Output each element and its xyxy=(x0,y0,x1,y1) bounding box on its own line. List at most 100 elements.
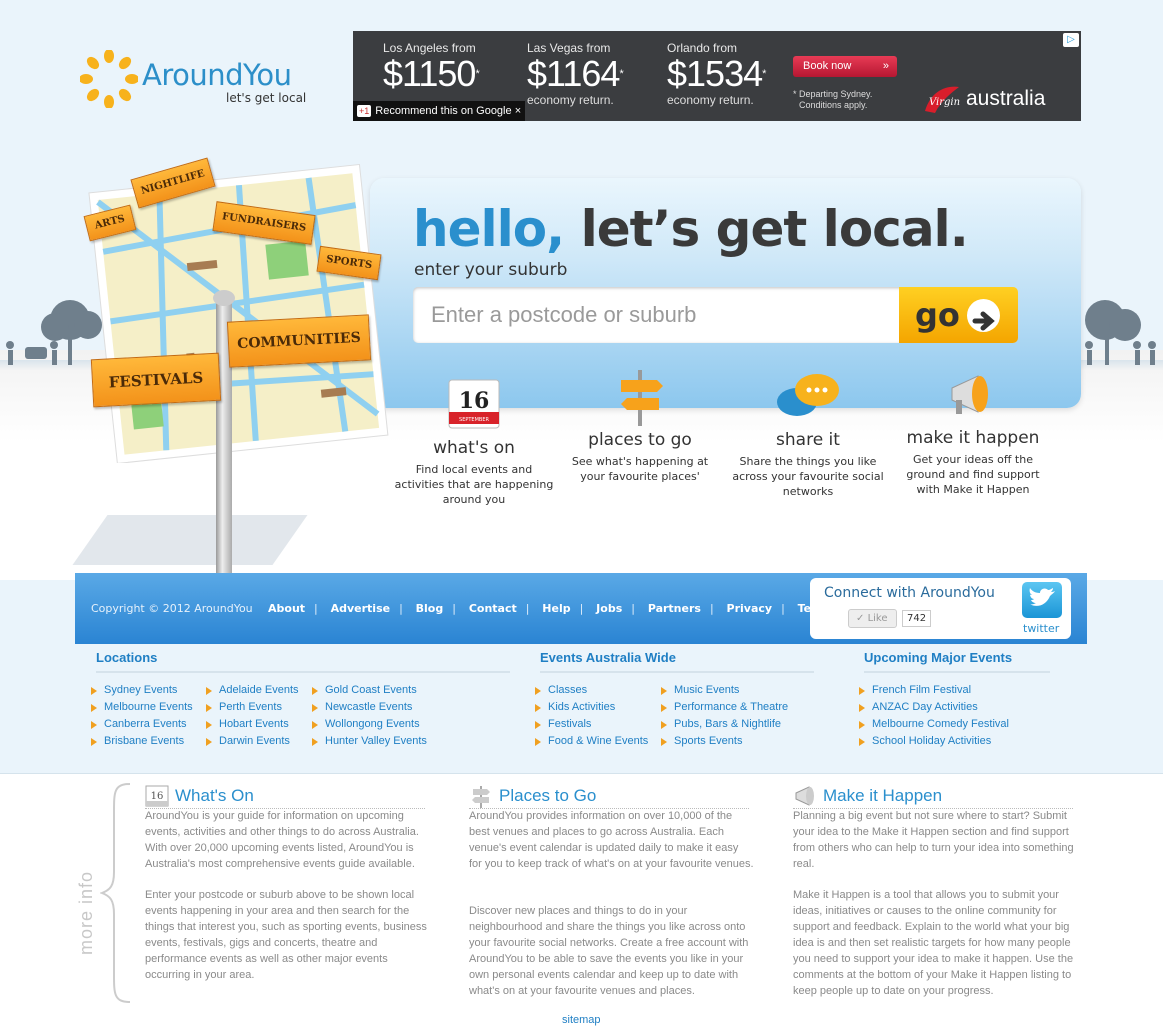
feature-desc: See what's happening at your favourite p… xyxy=(571,455,709,483)
feature-share-it[interactable]: share it Share the things you like acros… xyxy=(728,366,888,499)
svg-text:16: 16 xyxy=(459,388,490,414)
trees-silhouette-right xyxy=(1085,300,1156,365)
search-label: enter your suburb xyxy=(414,260,568,280)
adchoices-icon[interactable]: ▷ xyxy=(1063,33,1079,47)
ad-conditions: * Departing Sydney. Conditions apply. xyxy=(793,89,873,110)
virgin-australia-logo: Virgin australia xyxy=(921,81,1071,116)
feature-desc: Share the things you like across your fa… xyxy=(732,455,884,498)
logo-tagline: let's get local xyxy=(226,91,307,105)
major-events-heading: Upcoming Major Events xyxy=(864,650,1050,673)
suburb-search-input[interactable] xyxy=(413,287,899,343)
link-sports-events[interactable]: Sports Events xyxy=(661,735,742,747)
link-classes[interactable]: Classes xyxy=(535,684,587,696)
sign-festivals[interactable]: FESTIVALS xyxy=(90,352,222,408)
site-logo[interactable]: AroundYou let's get local xyxy=(80,50,320,110)
link-hunter-valley-events[interactable]: Hunter Valley Events xyxy=(312,735,427,747)
sitemap-link[interactable]: sitemap xyxy=(562,1014,601,1026)
connect-title: Connect with AroundYou xyxy=(824,585,995,601)
virgin-logo-icon: Virgin xyxy=(925,86,960,113)
copyright: Copyright © 2012 AroundYou xyxy=(91,602,253,615)
link-brisbane-events[interactable]: Brisbane Events xyxy=(91,735,184,747)
link-gold-coast-events[interactable]: Gold Coast Events xyxy=(312,684,417,696)
places-to-go-text: Discover new places and things to do in … xyxy=(469,905,749,997)
make-it-happen-text: Planning a big event but not sure where … xyxy=(793,810,1074,870)
link-darwin-events[interactable]: Darwin Events xyxy=(206,735,290,747)
feature-title: places to go xyxy=(588,430,692,450)
footer-link-privacy[interactable]: Privacy xyxy=(727,602,773,615)
more-info-label: more info xyxy=(76,870,96,955)
whats-on-heading: What's On xyxy=(175,786,254,805)
footer-link-blog[interactable]: Blog xyxy=(416,602,444,615)
places-to-go-heading: Places to Go xyxy=(499,786,597,805)
svg-text:SEPTEMBER: SEPTEMBER xyxy=(459,417,489,423)
link-food-wine-events[interactable]: Food & Wine Events xyxy=(535,735,648,747)
places-to-go-text: AroundYou provides information on over 1… xyxy=(469,810,754,870)
check-icon: ✓ xyxy=(856,613,865,624)
feature-desc: Find local events and activities that ar… xyxy=(394,463,554,506)
link-anzac-day-activities[interactable]: ANZAC Day Activities xyxy=(859,701,978,713)
feature-title: make it happen xyxy=(906,428,1040,448)
megaphone-small-icon xyxy=(795,786,814,806)
link-kids-activities[interactable]: Kids Activities xyxy=(535,701,615,713)
signpost-shadow xyxy=(72,515,308,565)
locations-heading: Locations xyxy=(96,650,510,673)
whats-on-text: AroundYou is your guide for information … xyxy=(145,810,419,870)
logo-wordmark: AroundYou xyxy=(142,58,292,92)
link-adelaide-events[interactable]: Adelaide Events xyxy=(206,684,299,696)
link-wollongong-events[interactable]: Wollongong Events xyxy=(312,718,420,730)
footer-link-contact[interactable]: Contact xyxy=(469,602,517,615)
signpost-small-icon xyxy=(472,786,490,808)
footer-link-jobs[interactable]: Jobs xyxy=(596,602,622,615)
google-recommend-bar[interactable]: +1 Recommend this on Google × xyxy=(353,101,526,121)
twitter-bird-icon[interactable] xyxy=(1022,582,1062,618)
feature-whats-on[interactable]: 16 SEPTEMBER what's on Find local events… xyxy=(394,374,554,507)
link-performance-theatre[interactable]: Performance & Theatre xyxy=(661,701,788,713)
feature-desc: Get your ideas off the ground and find s… xyxy=(906,453,1040,496)
footer-link-help[interactable]: Help xyxy=(542,602,570,615)
sign-communities[interactable]: COMMUNITIES xyxy=(226,314,372,368)
link-perth-events[interactable]: Perth Events xyxy=(206,701,282,713)
svg-text:16: 16 xyxy=(151,791,164,802)
speech-bubbles-icon xyxy=(773,366,843,426)
link-melbourne-comedy-festival[interactable]: Melbourne Comedy Festival xyxy=(859,718,1009,730)
connect-box: Connect with AroundYou ✓ Like 742 twitte… xyxy=(810,578,1071,639)
curly-brace-icon xyxy=(100,783,131,1003)
feature-places-to-go[interactable]: places to go See what's happening at you… xyxy=(560,366,720,484)
footer-link-partners[interactable]: Partners xyxy=(648,602,701,615)
go-button[interactable]: go xyxy=(899,287,1018,343)
google-plus-icon: +1 xyxy=(357,105,372,117)
calendar-small-icon: 16 xyxy=(145,785,169,807)
link-music-events[interactable]: Music Events xyxy=(661,684,739,696)
megaphone-icon xyxy=(938,364,1008,424)
feature-make-it-happen[interactable]: make it happen Get your ideas off the gr… xyxy=(893,364,1053,497)
link-pubs-bars-nightlife[interactable]: Pubs, Bars & Nightlife xyxy=(661,718,781,730)
ad-deal: Orlando from $1534* economy return. xyxy=(667,41,766,107)
ad-deal: Los Angeles from $1150* xyxy=(383,41,480,94)
facebook-like-button[interactable]: ✓ Like xyxy=(848,609,897,628)
feature-title: what's on xyxy=(433,438,515,458)
footer-link-about[interactable]: About xyxy=(268,602,305,615)
twitter-link[interactable]: twitter xyxy=(1023,622,1059,635)
sun-logo-icon xyxy=(80,50,138,108)
whats-on-text: Enter your postcode or suburb above to b… xyxy=(145,889,427,981)
signpost-cap xyxy=(213,290,235,306)
ad-book-now-button[interactable]: Book now» xyxy=(793,56,897,77)
link-newcastle-events[interactable]: Newcastle Events xyxy=(312,701,412,713)
link-hobart-events[interactable]: Hobart Events xyxy=(206,718,289,730)
close-icon[interactable]: × xyxy=(515,105,521,117)
link-sydney-events[interactable]: Sydney Events xyxy=(91,684,177,696)
link-festivals[interactable]: Festivals xyxy=(535,718,591,730)
link-school-holiday-activities[interactable]: School Holiday Activities xyxy=(859,735,991,747)
svg-text:Virgin: Virgin xyxy=(929,97,960,108)
feature-title: share it xyxy=(776,430,840,450)
link-french-film-festival[interactable]: French Film Festival xyxy=(859,684,971,696)
link-melbourne-events[interactable]: Melbourne Events xyxy=(91,701,193,713)
link-canberra-events[interactable]: Canberra Events xyxy=(91,718,187,730)
calendar-icon: 16 SEPTEMBER xyxy=(439,374,509,434)
make-it-happen-heading: Make it Happen xyxy=(823,786,943,805)
make-it-happen-text: Make it Happen is a tool that allows you… xyxy=(793,889,1074,997)
banner-ad[interactable]: Los Angeles from $1150* Las Vegas from $… xyxy=(353,31,1081,121)
like-count: 742 xyxy=(902,610,932,627)
arrow-right-icon xyxy=(967,299,1000,332)
footer-link-advertise[interactable]: Advertise xyxy=(331,602,390,615)
